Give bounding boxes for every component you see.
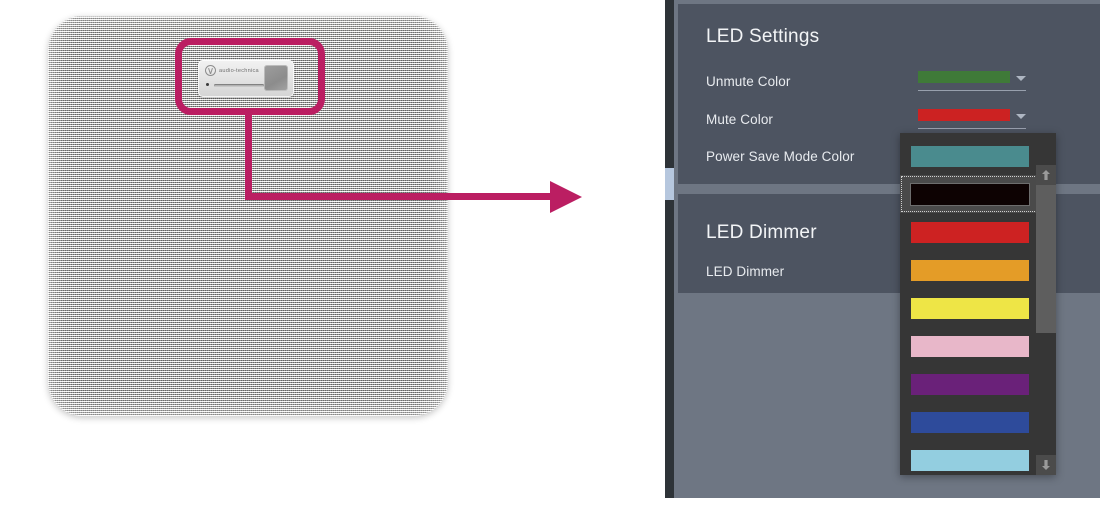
dropdown-option-lightblue[interactable] [900,441,1040,479]
color-swatch [911,374,1029,395]
mute-color-chip [918,109,1010,121]
arrow-up-icon [1042,170,1050,180]
section-title-led-dimmer: LED Dimmer [706,222,817,243]
led-indicator [206,83,209,86]
panel-scrollbar-thumb[interactable] [665,168,674,200]
field-label-unmute-color: Unmute Color [706,74,791,89]
led-light-bar [214,84,264,87]
dropdown-scrollbar-thumb[interactable] [1036,185,1056,333]
callout-arrow-icon [550,181,582,213]
field-label-mute-color: Mute Color [706,112,774,127]
dropdown-option-pink[interactable] [900,327,1040,365]
color-swatch [911,298,1029,319]
unmute-color-chip [918,71,1010,83]
dropdown-option-orange[interactable] [900,251,1040,289]
field-label-power-save-mode-color: Power Save Mode Color [706,149,855,164]
audio-technica-logo-icon [205,65,216,76]
chevron-down-icon[interactable] [1016,114,1026,119]
dropdown-scrollbar[interactable] [1036,165,1056,475]
scroll-up-button[interactable] [1036,165,1056,185]
field-label-led-dimmer: LED Dimmer [706,264,785,279]
arrow-down-icon [1042,460,1050,470]
dropdown-option-purple[interactable] [900,365,1040,403]
color-swatch [911,336,1029,357]
power-save-mode-color-dropdown-list[interactable] [900,133,1056,475]
dropdown-option-red[interactable] [900,213,1040,251]
color-swatch [910,183,1030,206]
dropdown-option-teal[interactable] [900,137,1040,175]
product-figure: audio-technica [0,0,660,521]
dropdown-option-yellow[interactable] [900,289,1040,327]
callout-connector-horizontal [245,193,553,200]
panel-scrollbar[interactable] [665,0,674,498]
dropdown-option-black[interactable] [900,175,1040,213]
dropdown-option-blue[interactable] [900,403,1040,441]
color-swatch [911,450,1029,471]
color-swatch [911,222,1029,243]
unmute-color-select[interactable] [918,68,1026,91]
section-title-led-settings: LED Settings [706,26,820,47]
mute-color-select[interactable] [918,106,1026,129]
color-swatch [911,260,1029,281]
ir-window [264,65,288,91]
color-swatch [911,412,1029,433]
color-swatch [911,146,1029,167]
chevron-down-icon[interactable] [1016,76,1026,81]
brand-text: audio-technica [219,67,259,74]
scroll-down-button[interactable] [1036,455,1056,475]
brand-row: audio-technica [205,65,259,76]
brand-plate: audio-technica [198,60,294,97]
callout-connector-vertical [245,112,252,200]
